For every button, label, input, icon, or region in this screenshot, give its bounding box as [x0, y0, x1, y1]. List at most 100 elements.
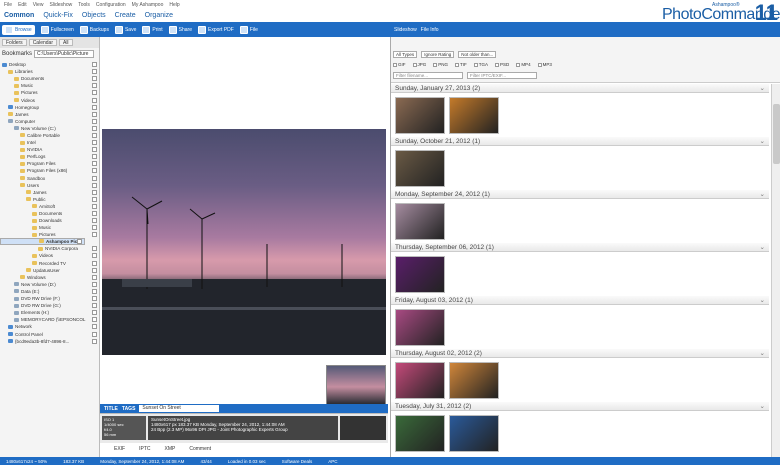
right-toolbar-button[interactable]: File Info — [421, 27, 439, 33]
extension-option[interactable]: PSD — [495, 62, 509, 67]
extension-checkbox[interactable] — [516, 62, 521, 67]
menu-item[interactable]: My Ashampoo — [132, 2, 164, 8]
tree-checkbox[interactable] — [92, 111, 97, 117]
menu-item[interactable]: Configuration — [96, 2, 126, 8]
tags-tag[interactable]: TAGS — [122, 406, 136, 412]
tree-checkbox[interactable] — [92, 246, 97, 252]
tree-node[interactable]: Desktop — [0, 61, 99, 68]
toolbar-button[interactable]: File — [239, 25, 258, 34]
thumbnail[interactable] — [395, 362, 445, 399]
group-header[interactable]: Thursday, September 06, 2012 (1) ⌄ — [391, 243, 769, 252]
path-field[interactable]: C:\Users\Public\Picture — [34, 49, 95, 58]
tree-checkbox[interactable] — [92, 317, 97, 323]
metadata-tab[interactable]: XMP — [165, 446, 176, 452]
chevron-down-icon[interactable]: ⌄ — [760, 243, 765, 252]
thumbnail[interactable] — [395, 97, 445, 134]
tree-checkbox[interactable] — [92, 331, 97, 337]
tree-node[interactable]: Videos — [0, 96, 99, 103]
thumbnail[interactable] — [395, 150, 445, 187]
tree-node[interactable]: Recorded TV — [0, 260, 99, 267]
tree-checkbox[interactable] — [92, 125, 97, 131]
tree-node[interactable]: Ashampoo Pictu — [0, 238, 85, 246]
tree-checkbox[interactable] — [92, 140, 97, 146]
tree-node[interactable]: Data (E:) — [0, 288, 99, 295]
right-toolbar-button[interactable]: Slideshow — [394, 27, 417, 33]
extension-checkbox[interactable] — [433, 62, 438, 67]
chevron-down-icon[interactable]: ⌄ — [760, 296, 765, 305]
tree-checkbox[interactable] — [92, 281, 97, 287]
date-filter[interactable]: Not older than... — [458, 51, 497, 58]
extension-checkbox[interactable] — [412, 62, 417, 67]
menu-item[interactable]: Edit — [18, 2, 27, 8]
tree-node[interactable]: NVIDIA Corpora — [0, 245, 99, 252]
thumbnail[interactable] — [395, 203, 445, 240]
tree-node[interactable]: Music — [0, 82, 99, 89]
tree-checkbox[interactable] — [92, 338, 97, 344]
tree-node[interactable]: MEMORYCARD (\\EPSONCOL — [0, 316, 99, 323]
tree-checkbox[interactable] — [92, 303, 97, 309]
thumbnail[interactable] — [395, 415, 445, 452]
tree-checkbox[interactable] — [92, 274, 97, 280]
menu-item[interactable]: View — [33, 2, 44, 8]
tree-node[interactable]: {bcd9eda3b-8fd7-4896-8... — [0, 338, 99, 345]
tree-node[interactable]: Documents — [0, 210, 99, 217]
panel-tab[interactable]: All — [58, 39, 73, 46]
extension-checkbox[interactable] — [393, 62, 397, 67]
menu-item[interactable]: Tools — [78, 2, 90, 8]
tree-node[interactable]: Elements (H:) — [0, 309, 99, 316]
type-filter[interactable]: All Types — [393, 51, 418, 58]
tree-checkbox[interactable] — [92, 296, 97, 302]
title-tag[interactable]: TITLE — [104, 406, 118, 412]
title-field[interactable]: Sunset On Street — [139, 405, 220, 412]
scrollbar[interactable] — [771, 84, 780, 457]
main-menu-item[interactable]: Quick-Fix — [43, 12, 73, 19]
menu-item[interactable]: File — [4, 2, 12, 8]
extension-option[interactable]: MP4 — [516, 62, 531, 67]
tree-node[interactable]: Libraries — [0, 68, 99, 75]
group-header[interactable]: Tuesday, July 31, 2012 (2) ⌄ — [391, 402, 769, 411]
tree-node[interactable]: James — [0, 189, 99, 196]
tree-node[interactable]: New Volume (C:) — [0, 125, 99, 132]
panel-tab[interactable]: Folders — [2, 39, 27, 46]
main-menu-item[interactable]: Objects — [82, 12, 106, 19]
tree-checkbox[interactable] — [92, 154, 97, 160]
tree-node[interactable]: Music — [0, 224, 99, 231]
main-menu-item[interactable]: Create — [115, 12, 136, 19]
chevron-down-icon[interactable]: ⌄ — [760, 190, 765, 199]
tree-node[interactable]: Downloads — [0, 217, 99, 224]
main-menu-item[interactable]: Organize — [145, 12, 173, 19]
extension-checkbox[interactable] — [495, 62, 500, 67]
metadata-tab[interactable]: Comment — [189, 446, 211, 452]
tree-checkbox[interactable] — [92, 76, 97, 82]
tree-node[interactable]: Homegroup — [0, 104, 99, 111]
iptc-filter[interactable]: Filter IPTC/EXIF... — [467, 72, 537, 79]
tree-checkbox[interactable] — [92, 232, 97, 238]
extension-checkbox[interactable] — [537, 62, 542, 67]
chevron-down-icon[interactable]: ⌄ — [760, 137, 765, 146]
tree-node[interactable]: Pictures — [0, 231, 99, 238]
tree-node[interactable]: Sandbox — [0, 175, 99, 182]
tree-checkbox[interactable] — [92, 260, 97, 266]
thumbnail[interactable] — [395, 309, 445, 346]
tree-checkbox[interactable] — [92, 218, 97, 224]
menu-item[interactable]: Help — [169, 2, 179, 8]
tree-checkbox[interactable] — [92, 69, 97, 75]
thumbnail[interactable] — [449, 362, 499, 399]
tree-checkbox[interactable] — [92, 182, 97, 188]
metadata-tab[interactable]: IPTC — [139, 446, 150, 452]
tree-checkbox[interactable] — [92, 90, 97, 96]
metadata-tab[interactable]: EXIF — [114, 446, 125, 452]
chevron-down-icon[interactable]: ⌄ — [760, 349, 765, 358]
tree-node[interactable]: AmiSoft — [0, 203, 99, 210]
scrollbar-thumb[interactable] — [773, 104, 780, 164]
toolbar-button[interactable]: Fullscreen — [40, 25, 74, 34]
extension-option[interactable]: JPG — [412, 62, 426, 67]
toolbar-button[interactable]: Backups — [79, 25, 109, 34]
tree-checkbox[interactable] — [92, 168, 97, 174]
toolbar-button[interactable]: Browse — [2, 24, 35, 35]
tree-node[interactable]: Calibre Portable — [0, 132, 99, 139]
tree-node[interactable]: Intel — [0, 139, 99, 146]
tree-node[interactable]: Control Panel — [0, 330, 99, 337]
tree-node[interactable]: Public — [0, 196, 99, 203]
tree-checkbox[interactable] — [92, 147, 97, 153]
